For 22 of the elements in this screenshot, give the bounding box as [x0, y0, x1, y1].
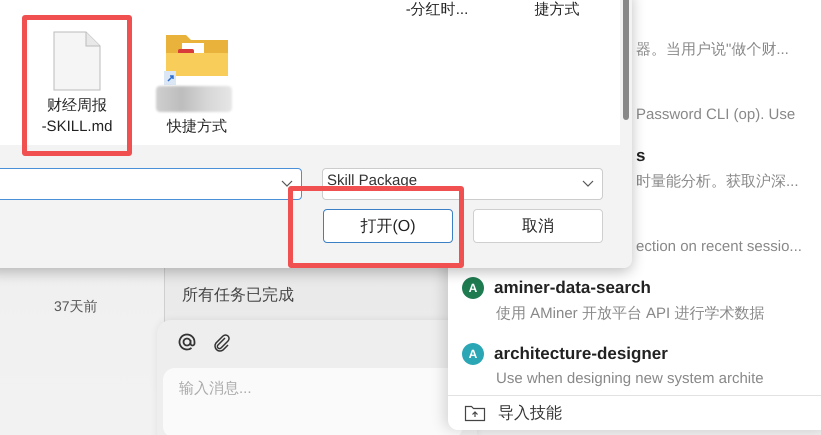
open-button[interactable]: 打开(O): [323, 209, 453, 243]
skill-description: ection on recent sessio...: [636, 238, 803, 255]
skill-badge: A: [462, 343, 484, 365]
skill-description: 器。当用户说"做个财...: [636, 40, 790, 59]
cancel-button[interactable]: 取消: [473, 209, 603, 243]
skill-description: Use when designing new system archite: [495, 370, 765, 387]
import-skill-label[interactable]: 导入技能: [498, 402, 562, 424]
skill-badge: A: [462, 277, 484, 299]
file-name[interactable]: 财经周报 -SKILL.md: [42, 95, 112, 137]
skill-name[interactable]: architecture-designer: [494, 344, 668, 364]
skill-description: 时量能分析。获取沪深...: [636, 172, 800, 191]
skill-name: s: [636, 146, 646, 166]
status-message: 所有任务已完成: [182, 286, 294, 306]
skill-description: Password CLI (op). Use: [636, 106, 796, 123]
message-input[interactable]: 输入消息...: [163, 368, 463, 435]
file-type-dropdown[interactable]: Skill Package: [322, 168, 603, 200]
file-name[interactable]: 快捷方式: [167, 116, 227, 137]
skill-description: 使用 AMiner 开放平台 API 进行学术数据: [495, 304, 766, 323]
skill-name[interactable]: aminer-data-search: [494, 278, 651, 298]
file-name[interactable]: 捷方式: [497, 0, 617, 19]
file-name[interactable]: -分红时...: [377, 0, 497, 19]
session-time: 37天前: [54, 298, 98, 316]
